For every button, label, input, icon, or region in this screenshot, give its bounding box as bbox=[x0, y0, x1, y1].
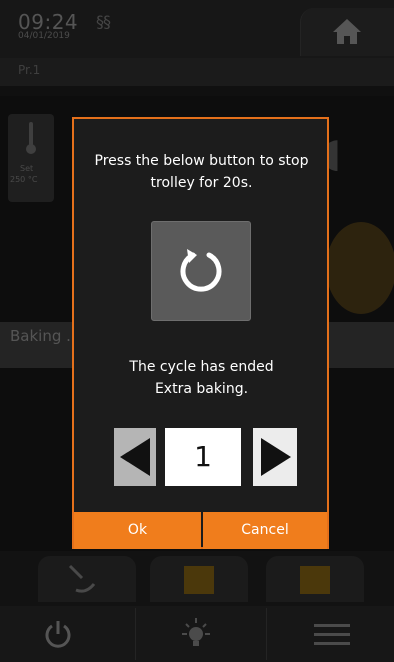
cancel-button[interactable]: Cancel bbox=[203, 512, 327, 549]
restart-icon[interactable] bbox=[173, 243, 229, 299]
extra-baking-text: Extra baking. bbox=[154, 381, 249, 397]
arrow-right-icon bbox=[261, 438, 291, 476]
cycle-ended-text: The cycle has ended bbox=[129, 359, 274, 375]
decrement-button[interactable] bbox=[114, 428, 156, 486]
increment-button[interactable] bbox=[253, 428, 297, 486]
counter-value: 1 bbox=[194, 440, 212, 473]
cycle-status-message: The cycle has ended Extra baking. bbox=[76, 356, 327, 400]
stop-trolley-message: Press the below button to stop trolley f… bbox=[94, 153, 309, 191]
arrow-left-icon bbox=[120, 438, 150, 476]
ok-button[interactable]: Ok bbox=[74, 512, 201, 549]
